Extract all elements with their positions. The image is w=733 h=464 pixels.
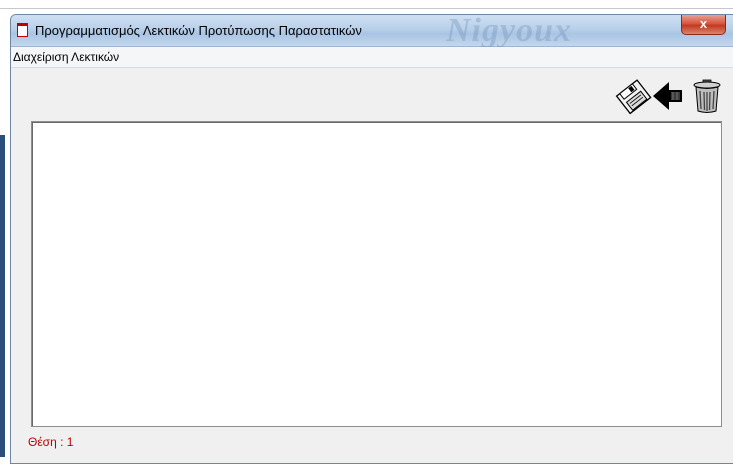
position-status: Θέση : 1 [28, 435, 74, 449]
floppy-disk-icon [615, 79, 652, 115]
save-button[interactable] [614, 77, 652, 115]
back-button[interactable] [649, 77, 687, 115]
app-window: Nigyoux Προγραμματισμός Λεκτικών Προτύπω… [10, 14, 733, 464]
close-button[interactable]: x [681, 15, 726, 35]
delete-button[interactable] [688, 77, 726, 115]
title-bar-watermark: Nigyoux [446, 14, 572, 49]
app-document-icon [17, 23, 28, 37]
window-title: Προγραμματισμός Λεκτικών Προτύπωσης Παρα… [35, 23, 362, 38]
top-divider [0, 8, 733, 9]
menu-bar: Διαχείριση Λεκτικών [11, 47, 733, 68]
title-bar[interactable]: Nigyoux Προγραμματισμός Λεκτικών Προτύπω… [11, 14, 733, 49]
trash-can-icon [693, 79, 721, 113]
desktop-edge [0, 135, 5, 457]
back-arrow-icon [653, 82, 682, 110]
labels-content-area[interactable] [31, 121, 722, 427]
menu-item-manage-labels[interactable]: Διαχείριση Λεκτικών [13, 50, 119, 64]
